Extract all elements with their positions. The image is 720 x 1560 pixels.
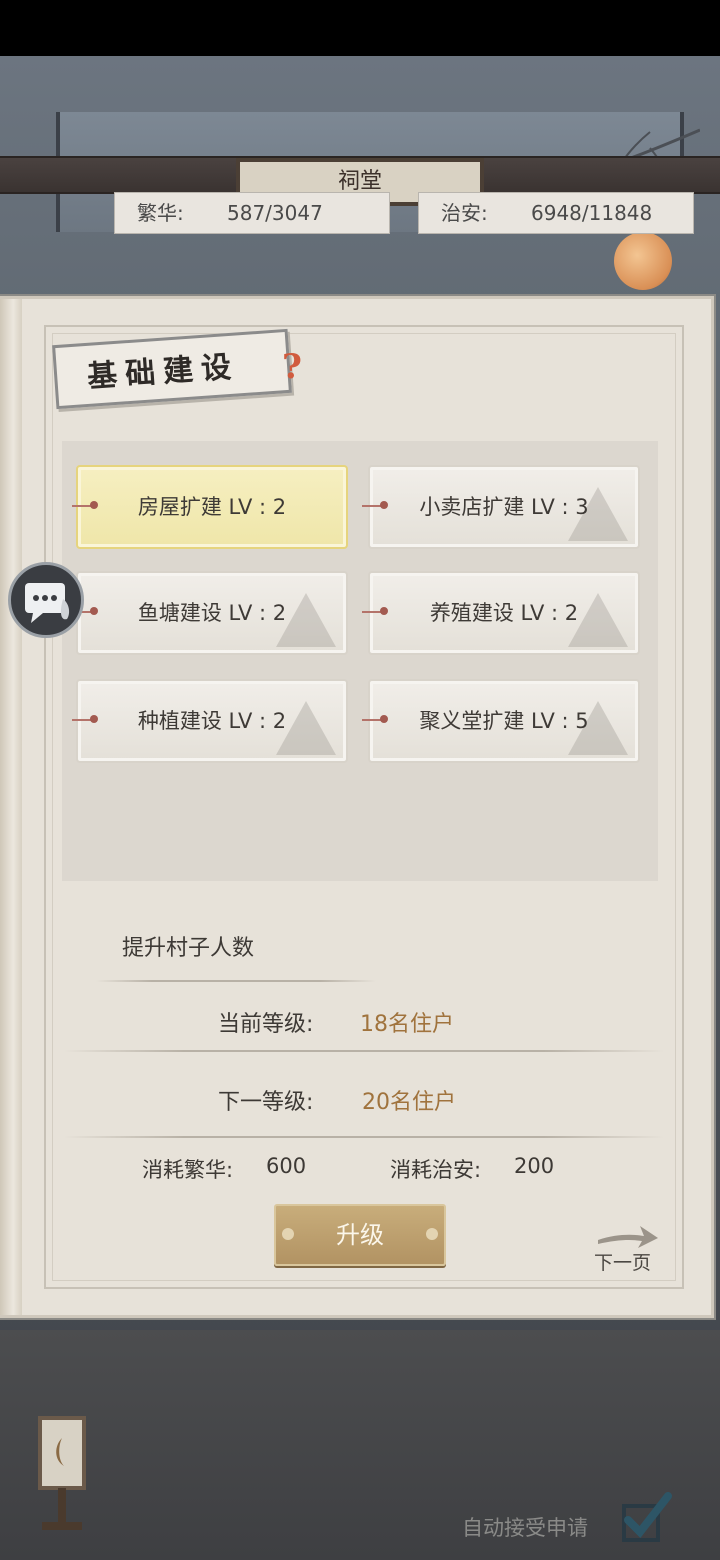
ornament-icon (426, 1228, 438, 1240)
prosperity-label: 繁华: (137, 201, 184, 225)
divider (96, 980, 376, 982)
pin-icon (72, 501, 98, 509)
chat-bubble-icon (25, 583, 70, 623)
building-label: 聚义堂扩建 LV : 5 (419, 709, 589, 733)
lantern-icon (614, 232, 672, 290)
pin-icon (362, 715, 388, 723)
building-label: 养殖建设 LV : 2 (429, 601, 579, 625)
security-value: 6948/11848 (531, 201, 653, 225)
arrow-right-icon (598, 1226, 658, 1248)
building-house-expansion[interactable]: 房屋扩建 LV : 2 (76, 465, 348, 549)
building-shop-expansion[interactable]: 小卖店扩建 LV : 3 (368, 465, 640, 549)
next-level-value: 20名住户 (362, 1090, 456, 1115)
building-hall-expansion[interactable]: 聚义堂扩建 LV : 5 (368, 679, 640, 763)
building-list: 房屋扩建 LV : 2 小卖店扩建 LV : 3 鱼塘建设 LV : 2 养殖建… (62, 441, 658, 881)
security-label: 治安: (441, 201, 488, 225)
cost-security-label: 消耗治安: (390, 1158, 482, 1182)
upgrade-button-label: 升级 (336, 1221, 384, 1249)
ornament-icon (282, 1228, 294, 1240)
divider (64, 1136, 664, 1138)
chat-button[interactable] (8, 562, 84, 638)
building-label: 房屋扩建 LV : 2 (137, 495, 287, 519)
status-bar (0, 0, 720, 56)
cost-prosperity-label: 消耗繁华: (142, 1158, 234, 1182)
building-label: 小卖店扩建 LV : 3 (419, 495, 589, 519)
pin-icon (72, 715, 98, 723)
upgrade-description: 提升村子人数 (122, 936, 255, 961)
cost-prosperity-value: 600 (266, 1154, 307, 1178)
game-screen: 祠堂 繁华: 587/3047 治安: 6948/11848 基础建设 ? 房屋… (0, 0, 720, 1560)
upgrade-button[interactable]: 升级 (274, 1204, 446, 1266)
section-title: 基础建设 (86, 349, 241, 395)
auto-accept-label: 自动接受申请 (462, 1516, 588, 1540)
book-spine (0, 299, 22, 1315)
building-planting[interactable]: 种植建设 LV : 2 (76, 679, 348, 763)
building-label: 鱼塘建设 LV : 2 (137, 601, 287, 625)
pin-icon (362, 501, 388, 509)
building-breeding[interactable]: 养殖建设 LV : 2 (368, 571, 640, 655)
prosperity-value: 587/3047 (227, 201, 323, 225)
lamp-icon (38, 1416, 86, 1530)
building-fishpond[interactable]: 鱼塘建设 LV : 2 (76, 571, 348, 655)
next-page-label: 下一页 (594, 1252, 652, 1274)
next-page-button[interactable]: 下一页 (590, 1222, 670, 1278)
divider (64, 1050, 664, 1052)
building-label: 种植建设 LV : 2 (137, 709, 287, 733)
next-level-label: 下一等级: (218, 1090, 314, 1115)
prosperity-stat: 繁华: 587/3047 (114, 192, 390, 234)
current-level-label: 当前等级: (218, 1012, 314, 1037)
help-icon[interactable]: ? (282, 345, 308, 389)
security-stat: 治安: 6948/11848 (418, 192, 694, 234)
construction-panel: 基础建设 ? 房屋扩建 LV : 2 小卖店扩建 LV : 3 鱼塘建设 LV … (0, 296, 714, 1318)
cost-security-value: 200 (514, 1154, 555, 1178)
auto-accept-checkbox[interactable] (622, 1492, 674, 1544)
floor-area (0, 1330, 720, 1560)
pin-icon (362, 607, 388, 615)
current-level-value: 18名住户 (360, 1012, 454, 1037)
